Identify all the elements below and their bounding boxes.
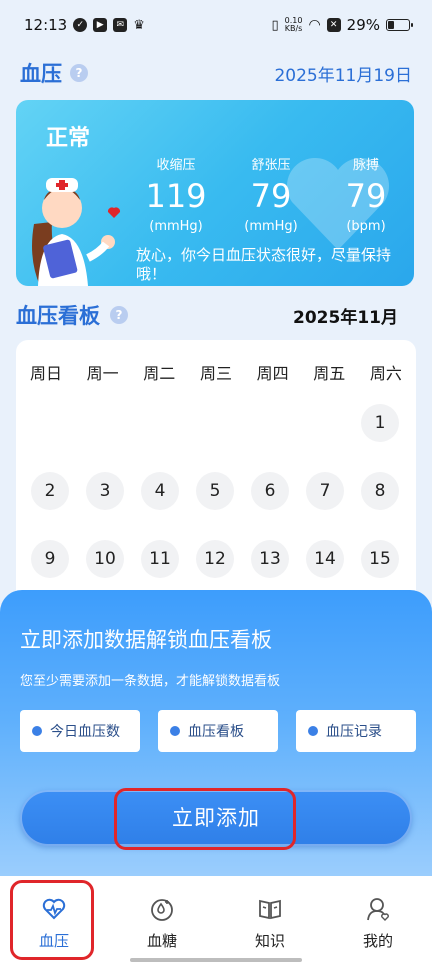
help-icon[interactable]: ? bbox=[70, 64, 88, 82]
metric-unit: (mmHg) bbox=[244, 219, 298, 234]
nav-label: 血糖 bbox=[146, 932, 177, 950]
feature-chip-label: 今日血压数 bbox=[50, 724, 120, 740]
net-speed-unit: KB/s bbox=[284, 24, 303, 33]
unlock-title: 立即添加数据解锁血压看板 bbox=[20, 628, 272, 652]
calendar-day[interactable]: 13 bbox=[251, 540, 289, 578]
feature-chip-label: 血压看板 bbox=[188, 724, 244, 740]
weekday-label: 周二 bbox=[143, 364, 176, 383]
weekday-label: 周日 bbox=[29, 364, 62, 383]
weekday-label: 周六 bbox=[369, 364, 402, 383]
metrics-row: 收缩压 119 (mmHg) 舒张压 79 (mmHg) 脉搏 79 (bpm) bbox=[136, 154, 406, 234]
battery-icon bbox=[386, 19, 413, 31]
metric-value: 79 bbox=[250, 177, 292, 215]
metric-value: 79 bbox=[345, 177, 387, 215]
weekday-label: 周三 bbox=[199, 364, 232, 383]
metric-value: 119 bbox=[145, 177, 207, 215]
pulse-metric: 脉搏 79 (bpm) bbox=[326, 154, 406, 234]
wifi-icon: ◠ bbox=[308, 17, 321, 33]
mail-icon: ✉ bbox=[113, 18, 128, 32]
status-label: 正常 bbox=[46, 126, 91, 151]
nav-label: 知识 bbox=[254, 932, 285, 950]
nav-item-knowledge[interactable]: 知识 bbox=[216, 876, 324, 964]
calendar-day[interactable]: 5 bbox=[196, 472, 234, 510]
metric-label: 舒张压 bbox=[251, 158, 291, 173]
nav-item-blood-sugar[interactable]: 血糖 bbox=[108, 876, 216, 964]
nav-label: 我的 bbox=[362, 932, 393, 950]
feature-chip-label: 血压记录 bbox=[326, 724, 382, 740]
crown-icon: ♛ bbox=[133, 17, 145, 33]
metric-unit: (mmHg) bbox=[149, 219, 203, 234]
highlight-box bbox=[114, 788, 296, 850]
calendar-day[interactable]: 14 bbox=[306, 540, 344, 578]
systolic-metric: 收缩压 119 (mmHg) bbox=[136, 154, 216, 234]
nurse-illustration bbox=[32, 178, 121, 286]
calendar-day[interactable]: 8 bbox=[361, 472, 399, 510]
blood-drop-icon bbox=[151, 899, 173, 921]
feature-chip: 血压记录 bbox=[296, 710, 416, 752]
weekday-label: 周五 bbox=[313, 364, 346, 383]
book-icon bbox=[259, 899, 281, 920]
page-title-text: 血压 bbox=[20, 62, 62, 86]
calendar-day[interactable]: 10 bbox=[86, 540, 124, 578]
bullet-icon bbox=[170, 726, 180, 736]
weekday-row: 周日 周一 周二 周三 周四 周五 周六 bbox=[16, 360, 416, 384]
unlock-subtitle: 您至少需要添加一条数据，才能解锁数据看板 bbox=[20, 674, 281, 689]
user-icon bbox=[367, 898, 389, 921]
feature-chip: 今日血压数 bbox=[20, 710, 140, 752]
calendar-day[interactable]: 12 bbox=[196, 540, 234, 578]
sim-off-icon: ✕ bbox=[326, 18, 341, 32]
status-left: 12:13 ✓ ▶ ✉ ♛ bbox=[24, 16, 145, 34]
metric-label: 脉搏 bbox=[352, 158, 379, 173]
feature-chips: 今日血压数 血压看板 血压记录 bbox=[20, 710, 416, 752]
board-title: 血压看板 ? bbox=[16, 300, 128, 330]
metric-unit: (bpm) bbox=[346, 219, 386, 234]
calendar-day[interactable]: 9 bbox=[31, 540, 69, 578]
calendar-day[interactable]: 15 bbox=[361, 540, 399, 578]
net-speed: 0.10 KB/s bbox=[285, 17, 303, 33]
play-icon: ▶ bbox=[93, 18, 108, 32]
diastolic-metric: 舒张压 79 (mmHg) bbox=[231, 154, 311, 234]
status-message: 放心，你今日血压状态很好，尽量保持哦！ bbox=[136, 246, 392, 283]
status-bar: 12:13 ✓ ▶ ✉ ♛ ▯ 0.10 KB/s ◠ ✕ 29% bbox=[0, 0, 432, 50]
calendar-day[interactable]: 1 bbox=[361, 404, 399, 442]
weekday-label: 周一 bbox=[86, 364, 119, 383]
board-header: 血压看板 ? 2025年11月 bbox=[16, 300, 398, 330]
calendar-day[interactable]: 6 bbox=[251, 472, 289, 510]
calendar-day[interactable]: 11 bbox=[141, 540, 179, 578]
feature-chip: 血压看板 bbox=[158, 710, 278, 752]
calendar-day[interactable]: 2 bbox=[31, 472, 69, 510]
clock: 12:13 bbox=[24, 16, 68, 34]
nav-item-profile[interactable]: 我的 bbox=[324, 876, 432, 964]
current-date[interactable]: 2025年11月19日 bbox=[274, 61, 412, 86]
calendar-day[interactable]: 3 bbox=[86, 472, 124, 510]
calendar-month[interactable]: 2025年11月 bbox=[293, 303, 398, 328]
calendar-day[interactable]: 7 bbox=[306, 472, 344, 510]
metric-label: 收缩压 bbox=[156, 158, 196, 173]
bullet-icon bbox=[308, 726, 318, 736]
help-icon[interactable]: ? bbox=[110, 306, 128, 324]
page-title: 血压 ? bbox=[20, 58, 88, 88]
board-title-text: 血压看板 bbox=[16, 304, 100, 328]
check-icon: ✓ bbox=[73, 18, 88, 32]
highlight-box bbox=[10, 880, 94, 960]
weekday-label: 周四 bbox=[256, 364, 289, 383]
bullet-icon bbox=[32, 726, 42, 736]
home-indicator bbox=[130, 958, 302, 962]
status-card[interactable]: 正常 收缩压 119 (mmHg) 舒张压 79 (mmHg) 脉搏 79 (b… bbox=[16, 100, 414, 286]
vibrate-icon: ▯ bbox=[271, 17, 279, 33]
calendar-day[interactable]: 4 bbox=[141, 472, 179, 510]
battery-percent: 29% bbox=[346, 16, 380, 34]
page-header: 血压 ? 2025年11月19日 bbox=[20, 58, 412, 88]
status-right: ▯ 0.10 KB/s ◠ ✕ 29% bbox=[271, 16, 413, 34]
